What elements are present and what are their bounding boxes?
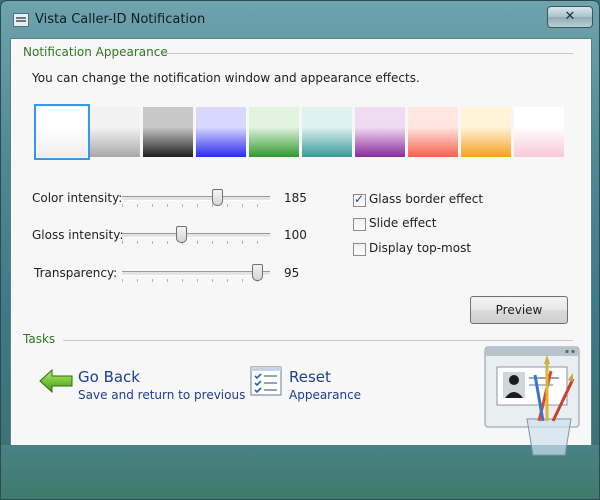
title-bar[interactable]: Vista Caller-ID Notification ✕	[1, 1, 599, 39]
checklist-icon[interactable]	[250, 366, 282, 396]
back-arrow-icon[interactable]	[39, 368, 73, 394]
color-intensity-track[interactable]	[122, 196, 270, 201]
appearance-illustration-icon	[484, 346, 580, 456]
preview-button[interactable]: Preview	[470, 296, 568, 324]
reset-link[interactable]: Reset	[289, 368, 331, 386]
swatch-white[interactable]	[34, 104, 90, 160]
glass-border-checkbox[interactable]: ✓	[353, 192, 366, 207]
transparency-ticks	[122, 279, 272, 282]
glass-border-label[interactable]: Glass border effect	[369, 192, 483, 206]
appearance-description: You can change the notification window a…	[32, 71, 420, 85]
transparency-track[interactable]	[122, 271, 270, 276]
color-swatch-row	[34, 104, 565, 160]
swatch-silver[interactable]	[90, 107, 140, 157]
slide-effect-checkbox[interactable]	[353, 218, 366, 231]
window-title: Vista Caller-ID Notification	[35, 12, 206, 27]
swatch-teal[interactable]	[302, 107, 352, 157]
swatch-blue[interactable]	[196, 107, 246, 157]
swatch-black[interactable]	[143, 107, 193, 157]
color-intensity-ticks	[122, 204, 272, 207]
app-icon	[13, 13, 29, 27]
gloss-intensity-label: Gloss intensity:	[32, 228, 124, 242]
swatch-orange[interactable]	[461, 107, 511, 157]
checkmark-icon: ✓	[354, 192, 365, 206]
divider	[163, 53, 573, 54]
tasks-group-title: Tasks	[23, 332, 56, 346]
color-intensity-thumb[interactable]	[211, 189, 223, 206]
transparency-value: 95	[284, 266, 300, 280]
display-top-most-checkbox[interactable]	[353, 243, 366, 256]
close-button[interactable]: ✕	[547, 6, 593, 28]
swatch-green[interactable]	[249, 107, 299, 157]
appearance-group-title: Notification Appearance	[23, 45, 168, 59]
reset-subtitle[interactable]: Appearance	[289, 388, 361, 402]
gloss-intensity-value: 100	[284, 228, 307, 242]
go-back-link[interactable]: Go Back	[78, 368, 140, 386]
transparency-label: Transparency:	[34, 266, 118, 280]
gloss-intensity-ticks	[122, 241, 272, 244]
display-top-most-label[interactable]: Display top-most	[369, 241, 471, 255]
slide-effect-label[interactable]: Slide effect	[369, 216, 436, 230]
window-frame: Vista Caller-ID Notification ✕ Notificat…	[0, 0, 600, 500]
color-intensity-label: Color intensity:	[32, 191, 123, 205]
color-intensity-value: 185	[284, 191, 307, 205]
swatch-salmon[interactable]	[408, 107, 458, 157]
go-back-subtitle[interactable]: Save and return to previous	[78, 388, 245, 402]
swatch-pink[interactable]	[514, 107, 564, 157]
gloss-intensity-thumb[interactable]	[176, 226, 188, 243]
swatch-purple[interactable]	[355, 107, 405, 157]
gloss-intensity-track[interactable]	[122, 233, 270, 238]
transparency-thumb[interactable]	[251, 264, 263, 281]
